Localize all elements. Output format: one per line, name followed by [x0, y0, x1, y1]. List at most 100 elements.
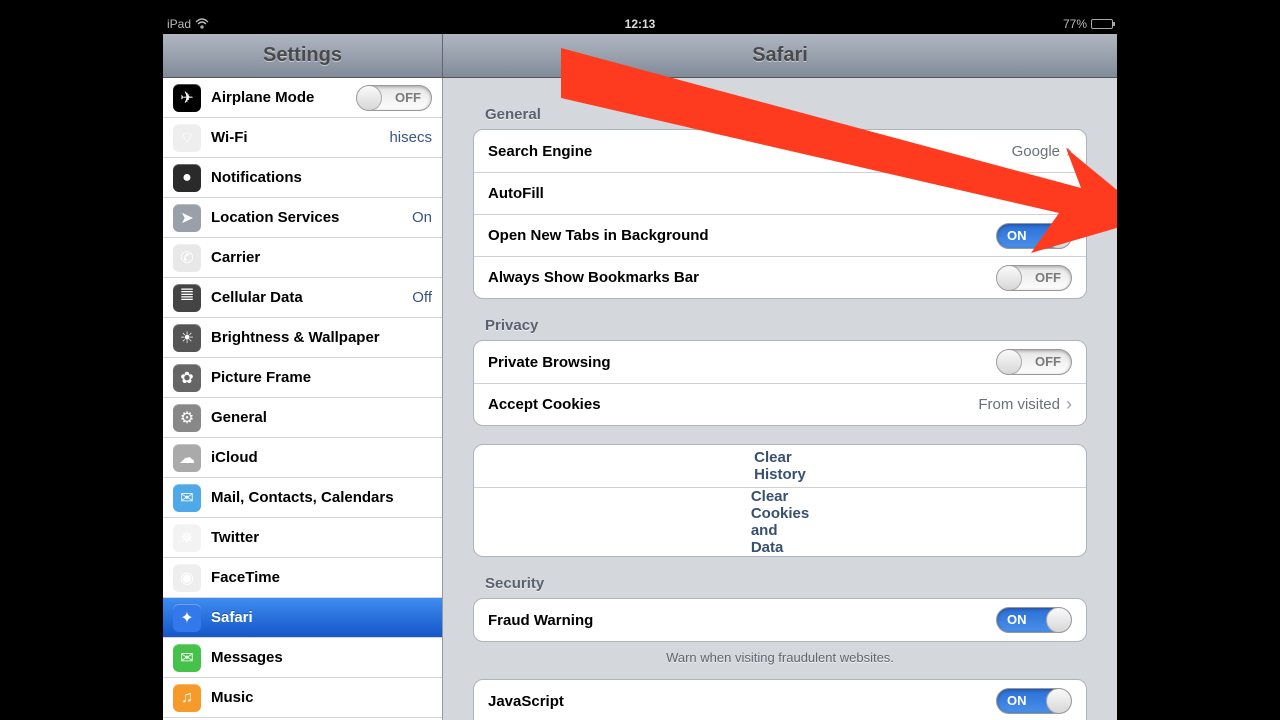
- detail-pane[interactable]: General Search Engine Google › AutoFill …: [443, 78, 1117, 720]
- toggle-knob: [356, 85, 382, 111]
- javascript-toggle[interactable]: ON: [996, 688, 1072, 714]
- wifi-icon: ⌔: [173, 124, 201, 152]
- group-fraud: Fraud Warning ON: [473, 598, 1087, 642]
- private-browsing-toggle[interactable]: OFF: [996, 349, 1072, 375]
- section-label-privacy: Privacy: [485, 317, 1087, 334]
- sidebar-item-label: FaceTime: [211, 569, 432, 586]
- chevron-right-icon: ›: [1066, 141, 1072, 162]
- section-label-general: General: [485, 106, 1087, 123]
- toggle-on-label: ON: [1007, 612, 1027, 627]
- sidebar-item-twitter[interactable]: ✵ Twitter: [163, 518, 442, 558]
- header-left: Settings: [163, 34, 443, 77]
- toggle-off-label: OFF: [395, 90, 421, 105]
- sidebar-item-facetime[interactable]: ◉ FaceTime: [163, 558, 442, 598]
- private-browsing-label: Private Browsing: [488, 354, 996, 371]
- fraud-warning-toggle[interactable]: ON: [996, 607, 1072, 633]
- bookmarks-bar-toggle[interactable]: OFF: [996, 265, 1072, 291]
- fraud-note: Warn when visiting fraudulent websites.: [473, 650, 1087, 665]
- group-clear: Clear History Clear Cookies and Data: [473, 444, 1087, 557]
- sidebar-item-airplane-toggle[interactable]: OFF: [356, 85, 432, 111]
- sidebar-item-brightness[interactable]: ☀Brightness & Wallpaper: [163, 318, 442, 358]
- sidebar-item-label: iCloud: [211, 449, 432, 466]
- sidebar-item-pictureframe[interactable]: ✿ Picture Frame: [163, 358, 442, 398]
- sidebar-item-label: Carrier: [211, 249, 432, 266]
- header-right: Safari: [443, 34, 1117, 77]
- sidebar-item-label: Twitter: [211, 529, 432, 546]
- icloud-icon: ☁: [173, 444, 201, 472]
- status-bar: iPad 12:13 77%: [163, 14, 1117, 34]
- clear-cookies-label: Clear Cookies and Data: [751, 488, 809, 556]
- javascript-label: JavaScript: [488, 693, 996, 710]
- row-private-browsing: Private Browsing OFF: [474, 341, 1086, 383]
- toggle-off-label: OFF: [1035, 270, 1061, 285]
- toggle-off-label: OFF: [1035, 354, 1061, 369]
- toggle-knob: [1046, 688, 1072, 714]
- twitter-icon: ✵: [173, 524, 201, 552]
- carrier-icon: ✆: [173, 244, 201, 272]
- row-clear-history[interactable]: Clear History: [474, 445, 1086, 487]
- open-tabs-label: Open New Tabs in Background: [488, 227, 996, 244]
- settings-title: Settings: [263, 44, 342, 67]
- row-bookmarks-bar: Always Show Bookmarks Bar OFF: [474, 256, 1086, 298]
- pictureframe-icon: ✿: [173, 364, 201, 392]
- mail-icon: ✉: [173, 484, 201, 512]
- row-accept-cookies[interactable]: Accept Cookies From visited ›: [474, 383, 1086, 425]
- sidebar-item-location[interactable]: ➤ Location ServicesOn: [163, 198, 442, 238]
- sidebar[interactable]: ✈Airplane ModeOFF⌔Wi-Fihisecs ● Notificati…: [163, 78, 443, 720]
- battery-pct: 77%: [1063, 17, 1087, 31]
- sidebar-item-cellular[interactable]: 𝍤 Cellular DataOff: [163, 278, 442, 318]
- sidebar-item-carrier[interactable]: ✆ Carrier: [163, 238, 442, 278]
- bookmarks-bar-label: Always Show Bookmarks Bar: [488, 269, 996, 286]
- sidebar-item-label: Location Services: [211, 209, 412, 226]
- music-icon: ♫: [173, 684, 201, 712]
- battery-icon: [1091, 19, 1113, 29]
- row-autofill[interactable]: AutoFill Off ›: [474, 172, 1086, 214]
- row-search-engine[interactable]: Search Engine Google ›: [474, 130, 1086, 172]
- detail-title: Safari: [752, 44, 808, 67]
- sidebar-item-general[interactable]: ⚙General: [163, 398, 442, 438]
- sidebar-item-messages[interactable]: ✉Messages: [163, 638, 442, 678]
- group-general: Search Engine Google › AutoFill Off › Op…: [473, 129, 1087, 299]
- cellular-icon: 𝍤: [173, 284, 201, 312]
- safari-icon: ✦: [173, 604, 201, 632]
- sidebar-item-label: Picture Frame: [211, 369, 432, 386]
- sidebar-item-label: Notifications: [211, 169, 432, 186]
- autofill-value: Off: [1040, 185, 1060, 202]
- accept-cookies-value: From visited: [978, 396, 1060, 413]
- toggle-on-label: ON: [1007, 693, 1027, 708]
- sidebar-item-airplane[interactable]: ✈Airplane ModeOFF: [163, 78, 442, 118]
- sidebar-item-label: Music: [211, 689, 432, 706]
- sidebar-item-music[interactable]: ♫ Music: [163, 678, 442, 718]
- group-privacy: Private Browsing OFF Accept Cookies From…: [473, 340, 1087, 426]
- sidebar-item-mail[interactable]: ✉Mail, Contacts, Calendars: [163, 478, 442, 518]
- sidebar-item-label: Safari: [211, 609, 432, 626]
- accept-cookies-label: Accept Cookies: [488, 396, 978, 413]
- messages-icon: ✉: [173, 644, 201, 672]
- facetime-icon: ◉: [173, 564, 201, 592]
- section-label-security: Security: [485, 575, 1087, 592]
- toggle-on-label: ON: [1007, 228, 1027, 243]
- sidebar-item-icloud[interactable]: ☁ iCloud: [163, 438, 442, 478]
- clear-history-label: Clear History: [754, 449, 806, 483]
- device-label: iPad: [167, 17, 191, 31]
- row-clear-cookies[interactable]: Clear Cookies and Data: [474, 487, 1086, 556]
- airplane-icon: ✈: [173, 84, 201, 112]
- sidebar-item-value: Off: [412, 289, 432, 306]
- open-tabs-toggle[interactable]: ON: [996, 223, 1072, 249]
- toggle-knob: [1046, 223, 1072, 249]
- chevron-right-icon: ›: [1066, 394, 1072, 415]
- brightness-icon: ☀: [173, 324, 201, 352]
- row-javascript: JavaScript ON: [474, 680, 1086, 720]
- sidebar-item-safari[interactable]: ✦ Safari: [163, 598, 442, 638]
- location-icon: ➤: [173, 204, 201, 232]
- sidebar-item-notifications[interactable]: ● Notifications: [163, 158, 442, 198]
- status-time: 12:13: [625, 17, 656, 31]
- wifi-icon: [195, 17, 209, 32]
- sidebar-item-label: Cellular Data: [211, 289, 412, 306]
- sidebar-item-value: On: [412, 209, 432, 226]
- search-engine-value: Google: [1012, 143, 1060, 160]
- toggle-knob: [996, 349, 1022, 375]
- row-fraud-warning: Fraud Warning ON: [474, 599, 1086, 641]
- sidebar-item-wifi[interactable]: ⌔Wi-Fihisecs: [163, 118, 442, 158]
- notifications-icon: ●: [173, 164, 201, 192]
